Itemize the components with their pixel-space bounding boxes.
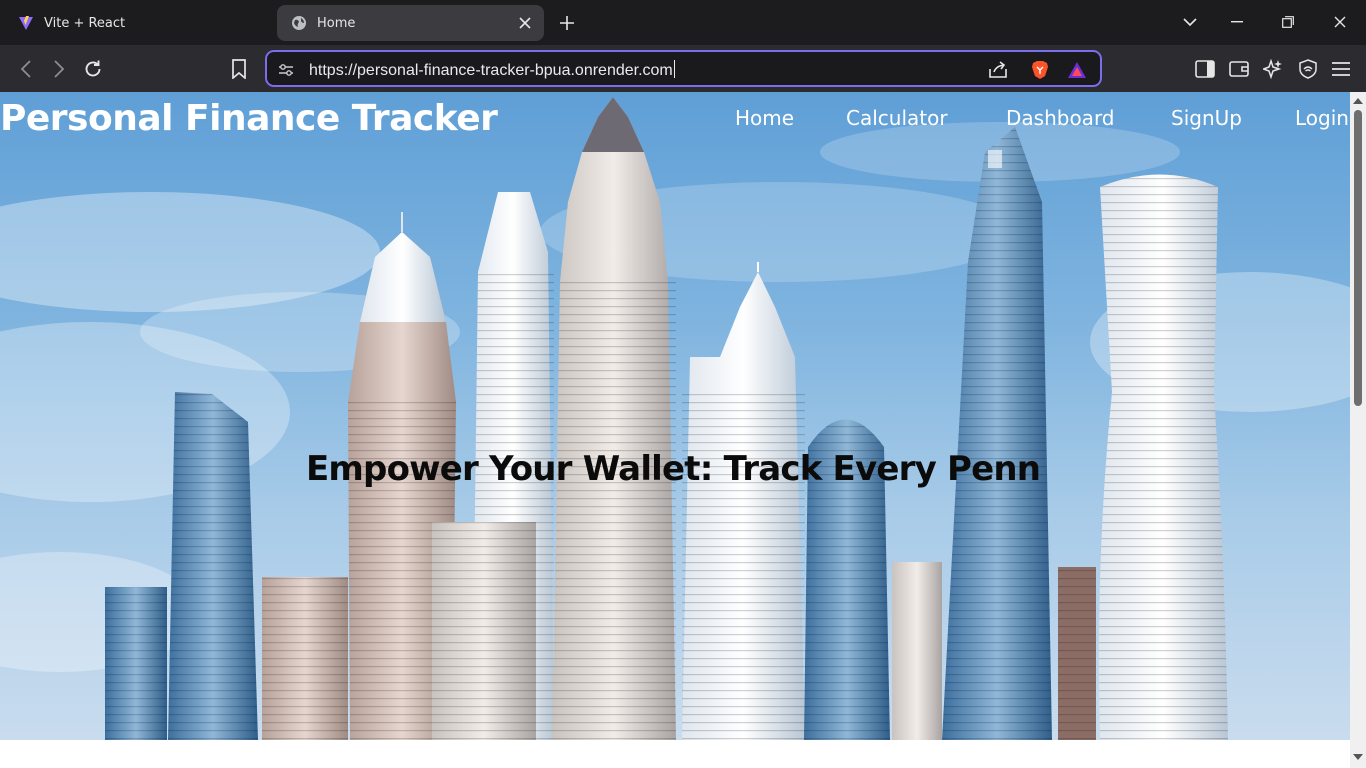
tab-strip: Vite + React Home	[0, 0, 1366, 45]
back-icon[interactable]	[13, 56, 39, 82]
reload-icon[interactable]	[80, 56, 106, 82]
vite-icon	[18, 15, 34, 31]
browser-toolbar: https://personal-finance-tracker-bpua.on…	[0, 45, 1366, 92]
wallet-icon[interactable]	[1226, 56, 1252, 82]
page-scrollbar[interactable]	[1350, 92, 1366, 768]
nav-signup[interactable]: SignUp	[1171, 106, 1242, 130]
scroll-up-icon[interactable]	[1353, 96, 1363, 106]
scrollbar-thumb[interactable]	[1354, 110, 1362, 406]
bookmark-icon[interactable]	[226, 56, 252, 82]
nav-calculator[interactable]: Calculator	[846, 106, 948, 130]
hero-section: Personal Finance Tracker Home Calculator…	[0, 92, 1350, 740]
city-skyline-image	[105, 97, 1228, 740]
address-bar[interactable]: https://personal-finance-tracker-bpua.on…	[265, 50, 1102, 87]
restore-icon[interactable]	[1274, 10, 1302, 34]
site-settings-icon[interactable]	[275, 59, 297, 81]
web-page: Personal Finance Tracker Home Calculator…	[0, 92, 1350, 768]
tab-title: Vite + React	[44, 15, 126, 31]
brave-shields-icon[interactable]	[1029, 59, 1051, 81]
new-tab-icon[interactable]	[556, 12, 578, 34]
nav-login[interactable]: Login	[1295, 106, 1349, 130]
nav-dashboard[interactable]: Dashboard	[1006, 106, 1115, 130]
share-icon[interactable]	[987, 59, 1009, 81]
close-window-icon[interactable]	[1326, 10, 1354, 34]
tab-home[interactable]: Home	[277, 5, 544, 41]
globe-icon	[291, 15, 307, 31]
menu-icon[interactable]	[1328, 56, 1354, 82]
address-url[interactable]: https://personal-finance-tracker-bpua.on…	[309, 60, 675, 80]
tab-title: Home	[317, 15, 356, 31]
vpn-icon[interactable]	[1295, 56, 1321, 82]
chevron-down-icon[interactable]	[1176, 10, 1204, 34]
sidebar-icon[interactable]	[1192, 56, 1218, 82]
tab-vite-react[interactable]: Vite + React	[6, 5, 270, 41]
close-tab-icon[interactable]	[516, 14, 534, 32]
scroll-down-icon[interactable]	[1353, 752, 1363, 762]
forward-icon[interactable]	[46, 56, 72, 82]
leo-ai-icon[interactable]	[1260, 56, 1286, 82]
nav-home[interactable]: Home	[735, 106, 794, 130]
minimize-icon[interactable]	[1223, 10, 1251, 34]
brave-rewards-icon[interactable]	[1066, 59, 1088, 81]
site-title[interactable]: Personal Finance Tracker	[0, 98, 498, 139]
hero-headline: Empower Your Wallet: Track Every Penn	[306, 449, 1041, 489]
